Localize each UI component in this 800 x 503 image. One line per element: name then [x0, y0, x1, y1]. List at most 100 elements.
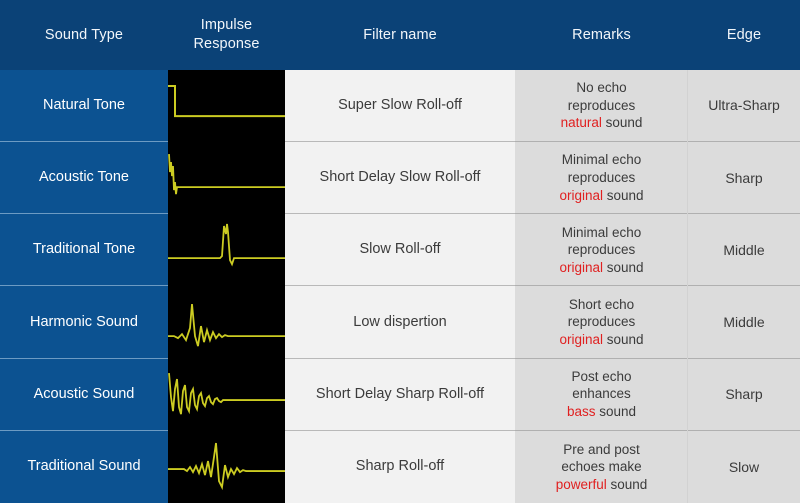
impulse-response-waveform-icon [168, 154, 285, 195]
filter-name-label: Short Delay Slow Roll-off [319, 169, 481, 186]
table-row: Acoustic Sound Short Delay Sharp Roll-of… [0, 358, 800, 431]
sound-type-label: Natural Tone [43, 97, 125, 114]
filter-comparison-table: Sound Type Impulse Response Filter name … [0, 0, 800, 503]
cell-remarks: Minimal echo reproduces original sound [515, 142, 688, 215]
header-impulse-response-label-line2: Response [193, 36, 260, 52]
remarks-line-2: echoes make [561, 459, 642, 475]
sound-type-label: Traditional Sound [27, 458, 141, 475]
cell-edge: Sharp [688, 358, 800, 431]
remarks-line-1: Minimal echo [561, 224, 642, 240]
impulse-response-waveform-icon [168, 372, 285, 414]
header-filter-name: Filter name [285, 26, 515, 45]
cell-remarks: No echo reproduces natural sound [515, 70, 688, 143]
cell-sound-type: Acoustic Tone [0, 142, 168, 215]
cell-impulse-response [168, 70, 285, 143]
remarks-highlight-rest: sound [601, 115, 643, 131]
remarks-line-3: powerful sound [556, 476, 648, 494]
cell-remarks: Pre and post echoes make powerful sound [515, 430, 688, 503]
cell-filter-name: Short Delay Slow Roll-off [285, 142, 515, 215]
remarks-highlight-rest: sound [595, 403, 637, 419]
cell-impulse-response [168, 142, 285, 215]
edge-label: Slow [728, 458, 760, 475]
cell-remarks: Post echo enhances bass sound [515, 358, 688, 431]
cell-edge: Middle [688, 286, 800, 359]
header-impulse-response: Impulse Response [168, 16, 285, 53]
cell-edge: Slow [688, 430, 800, 503]
impulse-response-waveform-icon [168, 224, 285, 267]
remarks-line-2: reproduces [567, 242, 636, 258]
remarks-highlight: natural [560, 115, 602, 131]
remarks-highlight: powerful [555, 476, 607, 492]
cell-filter-name: Super Slow Roll-off [285, 70, 515, 143]
cell-sound-type: Natural Tone [0, 70, 168, 143]
remarks-line-3: original sound [559, 331, 643, 349]
edge-label: Sharp [725, 386, 763, 403]
filter-name-label: Slow Roll-off [359, 241, 441, 258]
filter-name-label: Sharp Roll-off [355, 458, 445, 475]
remarks-line-1: Pre and post [563, 441, 640, 457]
remarks-line-3: original sound [559, 187, 643, 205]
cell-filter-name: Sharp Roll-off [285, 430, 515, 503]
impulse-response-waveform-icon [168, 442, 285, 490]
cell-impulse-response [168, 214, 285, 287]
filter-name-label: Low dispertion [353, 313, 447, 330]
sound-type-label: Acoustic Tone [38, 169, 129, 186]
edge-label: Sharp [725, 169, 763, 186]
cell-filter-name: Short Delay Sharp Roll-off [285, 358, 515, 431]
remarks-edge-divider [687, 70, 688, 503]
cell-edge: Sharp [688, 142, 800, 215]
header-edge: Edge [688, 26, 800, 45]
remarks-line-3: original sound [559, 259, 643, 277]
remarks-highlight: bass [566, 403, 596, 419]
header-sound-type-label: Sound Type [44, 26, 124, 43]
table-row: Traditional Sound Sharp Roll-off Pre and… [0, 430, 800, 503]
cell-impulse-response [168, 286, 285, 359]
table-row: Natural Tone Super Slow Roll-off No echo… [0, 70, 800, 143]
cell-impulse-response [168, 358, 285, 431]
table-row: Acoustic Tone Short Delay Slow Roll-off … [0, 142, 800, 215]
header-remarks-label: Remarks [572, 26, 631, 43]
remarks-line-1: Minimal echo [561, 152, 642, 168]
cell-edge: Middle [688, 214, 800, 287]
remarks-line-3: natural sound [561, 114, 643, 132]
edge-label: Ultra-Sharp [708, 97, 780, 114]
cell-filter-name: Low dispertion [285, 286, 515, 359]
header-filter-name-label: Filter name [363, 26, 437, 43]
filter-name-label: Super Slow Roll-off [338, 97, 462, 114]
remarks-highlight-rest: sound [606, 476, 648, 492]
cell-sound-type: Harmonic Sound [0, 286, 168, 359]
cell-remarks: Short echo reproduces original sound [515, 286, 688, 359]
edge-label: Middle [723, 241, 765, 258]
remarks-line-2: enhances [572, 386, 631, 402]
remarks-highlight: original [559, 259, 603, 275]
remarks-line-3: bass sound [567, 403, 636, 421]
remarks-highlight-rest: sound [602, 331, 644, 347]
header-remarks: Remarks [515, 26, 688, 45]
table-row: Traditional Tone Slow Roll-off Minimal e… [0, 214, 800, 287]
table-body: Natural Tone Super Slow Roll-off No echo… [0, 70, 800, 503]
cell-remarks: Minimal echo reproduces original sound [515, 214, 688, 287]
sound-type-label: Traditional Tone [32, 241, 136, 258]
remarks-line-1: Short echo [568, 296, 635, 312]
impulse-response-waveform-icon [168, 304, 285, 347]
cell-edge: Ultra-Sharp [688, 70, 800, 143]
remarks-highlight: original [559, 331, 603, 347]
edge-label: Middle [723, 313, 765, 330]
remarks-line-2: reproduces [567, 97, 636, 113]
cell-impulse-response [168, 430, 285, 503]
table-row: Harmonic Sound Low dispertion Short echo… [0, 286, 800, 359]
remarks-line-2: reproduces [567, 314, 636, 330]
cell-filter-name: Slow Roll-off [285, 214, 515, 287]
header-sound-type: Sound Type [0, 26, 168, 45]
remarks-line-1: No echo [576, 80, 627, 96]
remarks-highlight: original [559, 187, 603, 203]
sound-type-label: Acoustic Sound [33, 385, 135, 402]
cell-sound-type: Traditional Tone [0, 214, 168, 287]
cell-sound-type: Acoustic Sound [0, 358, 168, 431]
impulse-response-waveform-icon [168, 85, 285, 118]
header-impulse-response-label-line1: Impulse [200, 17, 253, 34]
remarks-highlight-rest: sound [602, 187, 644, 203]
header-edge-label: Edge [726, 26, 762, 43]
cell-sound-type: Traditional Sound [0, 430, 168, 503]
table-header-row: Sound Type Impulse Response Filter name … [0, 0, 800, 70]
